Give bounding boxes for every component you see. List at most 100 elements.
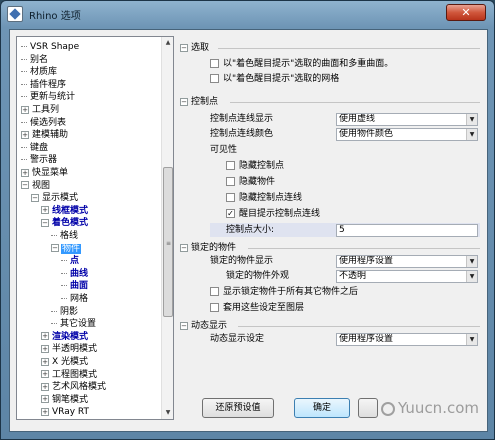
tree-item[interactable]: − 视图 [21, 180, 51, 192]
collapse-icon[interactable]: − [41, 218, 49, 227]
expand-icon[interactable]: + [41, 332, 49, 341]
tree-item[interactable]: 材质库 [21, 66, 58, 78]
tree-item[interactable]: 候选列表 [21, 117, 67, 129]
cp-size-input[interactable]: 5 [336, 224, 478, 237]
tree-item[interactable]: 网格 [61, 293, 89, 305]
tree-item[interactable]: 格线 [51, 230, 79, 242]
expand-icon[interactable]: + [41, 344, 49, 353]
locked-appearance-select[interactable]: 不透明 ▼ [336, 270, 478, 283]
tree-scrollbar[interactable]: ▲ ≡ ▼ [161, 37, 173, 419]
tree-item-label: 阴影 [60, 306, 79, 317]
expand-icon[interactable]: + [41, 370, 49, 379]
scroll-thumb[interactable]: ≡ [163, 167, 173, 317]
checkmark-icon[interactable]: ✓ [226, 209, 235, 218]
cancel-button[interactable] [358, 398, 378, 418]
collapse-icon[interactable]: − [31, 193, 39, 202]
collapse-icon[interactable]: − [180, 321, 188, 330]
checkbox-box[interactable] [210, 303, 219, 312]
tree-item[interactable]: + VRay RT [41, 406, 90, 418]
checkbox-box[interactable] [210, 59, 219, 68]
options-tree[interactable]: VSR Shape 别名 材质库 插件程序 更新与统计 + 工具列 候选列表 + 建模辅助 键盘 警示… [16, 36, 174, 420]
tree-item[interactable]: 曲面 [61, 280, 89, 292]
tree-item[interactable]: 键盘 [21, 142, 49, 154]
watermark-logo-icon [380, 401, 395, 416]
checkbox-box[interactable] [226, 193, 235, 202]
checkbox-box[interactable] [226, 161, 235, 170]
tree-item[interactable]: + X 光模式 [41, 356, 89, 368]
collapse-icon[interactable]: − [51, 244, 59, 253]
tree-item[interactable]: + 钢笔模式 [41, 394, 89, 406]
tree-item-label: 工程图模式 [52, 369, 98, 380]
tree-item[interactable]: + 渲染模式 [41, 331, 89, 343]
cp-line-display-select[interactable]: 使用虚线 ▼ [336, 113, 478, 126]
tree-item[interactable]: + 艺术风格模式 [41, 381, 107, 393]
expand-icon[interactable]: + [41, 357, 49, 366]
section-locked-header[interactable]: − 锁定的物件 [180, 242, 236, 254]
dropdown-arrow-icon[interactable]: ▼ [466, 271, 477, 282]
shade-surfaces-checkbox[interactable]: 以"着色醒目提示"选取的曲面和多重曲面。 [210, 58, 393, 70]
section-select-header[interactable]: − 选取 [180, 42, 209, 54]
dropdown-arrow-icon[interactable]: ▼ [466, 334, 477, 345]
cp-line-color-label: 控制点连线颜色 [210, 129, 274, 139]
tree-item[interactable]: − 显示模式 [31, 192, 79, 204]
expand-icon[interactable]: + [21, 168, 29, 177]
collapse-icon[interactable]: − [180, 243, 188, 252]
expand-icon[interactable]: + [41, 382, 49, 391]
cp-line-color-select[interactable]: 使用物件颜色 ▼ [336, 128, 478, 141]
expand-icon[interactable]: + [41, 206, 49, 215]
tree-item[interactable]: 插件程序 [21, 79, 67, 91]
tree-item[interactable]: 其它设置 [51, 318, 97, 330]
hide-cp-lines-checkbox[interactable]: 隐藏控制点连线 [226, 192, 302, 204]
tree-item[interactable]: 警示器 [21, 154, 58, 166]
dropdown-arrow-icon[interactable]: ▼ [466, 256, 477, 267]
tree-item[interactable]: + 建模辅助 [21, 129, 69, 141]
expand-icon[interactable]: + [41, 407, 49, 416]
section-dynamic-header[interactable]: − 动态显示 [180, 320, 227, 332]
tree-item[interactable]: + 半透明模式 [41, 343, 98, 355]
dropdown-arrow-icon[interactable]: ▼ [466, 129, 477, 140]
window-title: Rhino 选项 [29, 11, 81, 22]
tree-item[interactable]: 别名 [21, 54, 49, 66]
ok-button[interactable]: 确定 [294, 398, 350, 418]
tree-item[interactable]: 曲线 [61, 268, 89, 280]
dropdown-arrow-icon[interactable]: ▼ [466, 114, 477, 125]
title-bar[interactable]: Rhino 选项 ✕ [1, 1, 494, 27]
apply-to-layers-checkbox[interactable]: 套用这些设定至图层 [210, 302, 304, 314]
tree-item-label: 着色模式 [52, 218, 89, 229]
checkbox-box[interactable] [210, 287, 219, 296]
highlight-cp-lines-checkbox[interactable]: ✓ 醒目提示控制点连线 [226, 208, 320, 220]
collapse-icon[interactable]: − [180, 43, 188, 52]
locked-display-select[interactable]: 使用程序设置 ▼ [336, 255, 478, 268]
close-button[interactable]: ✕ [446, 4, 486, 21]
tree-item[interactable]: 点 [61, 255, 80, 267]
tree-item[interactable]: − 着色模式 [41, 217, 89, 229]
tree-item[interactable]: VSR Shape [21, 41, 80, 53]
expand-icon[interactable]: + [21, 130, 29, 139]
tree-item-label: 候选列表 [30, 117, 67, 128]
expand-icon[interactable]: + [21, 105, 29, 114]
tree-item[interactable]: 阴影 [51, 306, 79, 318]
restore-defaults-button[interactable]: 还原预设值 [202, 398, 274, 418]
show-locked-behind-checkbox[interactable]: 显示锁定物件于所有其它物件之后 [210, 286, 358, 298]
tree-item-label: 半透明模式 [52, 344, 98, 355]
collapse-icon[interactable]: − [21, 181, 29, 190]
section-control-points-header[interactable]: − 控制点 [180, 96, 218, 108]
expand-icon[interactable]: + [41, 395, 49, 404]
scroll-up-arrow-icon[interactable]: ▲ [162, 37, 173, 49]
tree-item[interactable]: + 工具列 [21, 104, 60, 116]
tree-item[interactable]: + 快显菜单 [21, 167, 69, 179]
tree-item[interactable]: + 线框模式 [41, 205, 89, 217]
collapse-icon[interactable]: − [180, 97, 188, 106]
tree-item[interactable]: − 物件 [51, 243, 82, 255]
hide-objects-checkbox[interactable]: 隐藏物件 [226, 176, 275, 188]
dynamic-setting-select[interactable]: 使用程序设置 ▼ [336, 333, 478, 346]
tree-item[interactable]: 更新与统计 [21, 91, 76, 103]
shade-meshes-checkbox[interactable]: 以"着色醒目提示"选取的网格 [210, 73, 339, 85]
checkbox-box[interactable] [210, 74, 219, 83]
checkbox-box[interactable] [226, 177, 235, 186]
tree-item[interactable]: + 工程图模式 [41, 369, 98, 381]
tree-item-label: 插件程序 [30, 79, 67, 90]
hide-control-points-checkbox[interactable]: 隐藏控制点 [226, 160, 284, 172]
scroll-down-arrow-icon[interactable]: ▼ [162, 407, 173, 419]
rhino-app-icon [7, 6, 23, 22]
